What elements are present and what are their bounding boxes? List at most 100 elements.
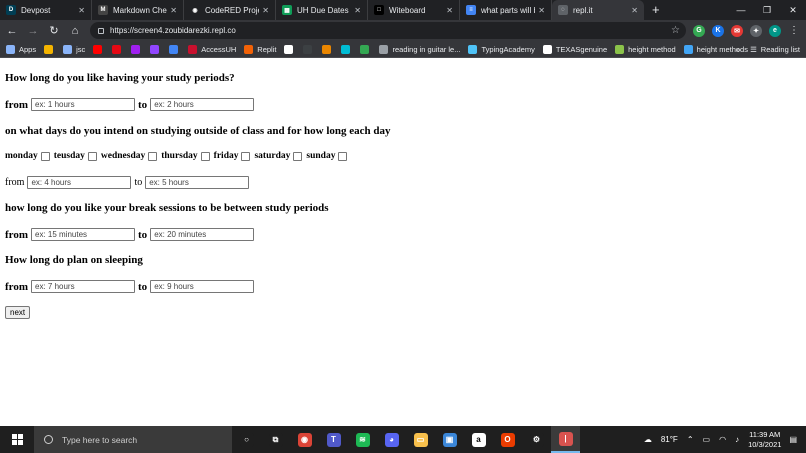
extensions-puzzle-icon[interactable]: ✦ (750, 24, 762, 37)
bookmark-item[interactable] (360, 44, 373, 54)
battery-icon[interactable]: ▭ (703, 435, 711, 444)
taskbar-app[interactable]: T (319, 426, 348, 453)
day-checkbox[interactable] (241, 151, 251, 161)
day-option[interactable]: monday (5, 151, 50, 161)
profile-avatar-icon[interactable]: e (769, 24, 781, 37)
bookmark-item[interactable]: Apps (6, 44, 36, 54)
bookmark-item[interactable]: jsc (63, 44, 85, 54)
notifications-icon[interactable]: ▤ (789, 435, 797, 444)
bookmarks-overflow-icon[interactable]: » (736, 45, 740, 54)
taskbar-app[interactable]: ▭ (406, 426, 435, 453)
day-option[interactable]: saturday (254, 151, 303, 161)
bookmark-item[interactable] (93, 44, 106, 54)
bookmark-item[interactable] (150, 44, 163, 54)
red-extension-icon[interactable]: ✉ (731, 24, 743, 37)
study-days-to-input[interactable] (145, 176, 250, 189)
browser-tab[interactable]: M Markdown Cheat✕ (92, 0, 184, 20)
weather-temp[interactable]: 81°F (661, 435, 678, 444)
taskbar-search-box[interactable]: Type here to search (34, 426, 232, 453)
bookmark-item[interactable] (112, 44, 125, 54)
close-tab-icon[interactable]: ✕ (262, 6, 269, 15)
bookmark-item[interactable]: TEXASgenuine (542, 44, 607, 54)
chrome-menu-icon[interactable]: ⋮ (789, 25, 799, 36)
reading-list-label[interactable]: Reading list (761, 45, 800, 54)
sleep-to-input[interactable] (150, 280, 255, 293)
bookmark-item[interactable]: TypingAcademy (468, 44, 535, 54)
day-checkbox[interactable] (200, 151, 210, 161)
day-option[interactable]: teusday (54, 151, 97, 161)
wifi-icon[interactable]: ◠ (719, 435, 726, 444)
bookmark-item[interactable] (44, 44, 57, 54)
taskbar-app[interactable]: ◕ (377, 426, 406, 453)
forward-arrow-icon[interactable]: → (24, 22, 42, 40)
taskbar-app[interactable]: ⧉ (261, 426, 290, 453)
bookmark-star-icon[interactable]: ☆ (671, 25, 680, 36)
question-study-days: on what days do you intend on studying o… (5, 125, 391, 137)
bookmark-item[interactable]: AccessUH (188, 44, 236, 54)
bookmark-item[interactable]: Replit (244, 44, 276, 54)
close-tab-icon[interactable]: ✕ (631, 6, 638, 15)
browser-tab[interactable]: □ Witeboard ✕ (368, 0, 460, 20)
day-checkbox[interactable] (40, 151, 50, 161)
clock[interactable]: 11:39 AM 10/3/2021 (748, 430, 781, 450)
day-checkbox[interactable] (338, 151, 348, 161)
bookmark-item[interactable]: height method (615, 44, 676, 54)
browser-tab[interactable]: ◉ CodeRED Project✕ (184, 0, 276, 20)
bookmark-item[interactable]: reading in guitar le... (379, 44, 460, 54)
chrome-icon: ◉ (297, 432, 312, 447)
day-option[interactable]: thursday (161, 151, 210, 161)
browser-tab[interactable]: ≡ what parts will be✕ (460, 0, 552, 20)
address-url[interactable]: https://screen4.zoubidarezki.repl.co (110, 26, 671, 35)
close-tab-icon[interactable]: ✕ (446, 6, 453, 15)
back-arrow-icon[interactable]: ← (3, 22, 21, 40)
break-to-input[interactable] (150, 228, 255, 241)
taskbar-app[interactable]: ○ (232, 426, 261, 453)
start-button[interactable] (0, 426, 34, 453)
taskbar-app[interactable]: ▣ (435, 426, 464, 453)
bookmark-cyan-icon (341, 44, 351, 54)
day-option[interactable]: friday (214, 151, 251, 161)
bookmark-item[interactable] (131, 44, 144, 54)
new-tab-icon[interactable]: + (644, 0, 668, 20)
taskbar-app[interactable]: ◉ (290, 426, 319, 453)
weather-icon[interactable]: ☁ (644, 435, 652, 444)
day-checkbox[interactable] (293, 151, 303, 161)
browser-tab[interactable]: ◌ repl.it ✕ (552, 0, 644, 20)
close-tab-icon[interactable]: ✕ (538, 6, 545, 15)
day-option[interactable]: wednesday (101, 151, 158, 161)
minimize-icon[interactable]: — (728, 5, 754, 15)
close-tab-icon[interactable]: ✕ (354, 6, 361, 15)
day-option[interactable]: sunday (306, 151, 348, 161)
browser-tab[interactable]: D Devpost ✕ (0, 0, 92, 20)
bookmark-item[interactable] (322, 44, 335, 54)
break-from-input[interactable] (31, 228, 136, 241)
taskbar-app[interactable]: O (493, 426, 522, 453)
sleep-from-input[interactable] (31, 280, 136, 293)
bookmark-item[interactable] (284, 44, 297, 54)
close-tab-icon[interactable]: ✕ (170, 6, 177, 15)
study-period-from-input[interactable] (31, 98, 136, 111)
taskbar-app[interactable]: ≋ (348, 426, 377, 453)
address-bar[interactable]: https://screen4.zoubidarezki.repl.co ☆ (90, 22, 686, 39)
bookmark-item[interactable] (341, 44, 354, 54)
next-button[interactable]: next (5, 306, 31, 319)
taskbar-app[interactable]: | (551, 426, 580, 453)
bookmark-item[interactable] (169, 44, 182, 54)
close-window-icon[interactable]: ✕ (780, 5, 806, 16)
volume-icon[interactable]: ♪ (735, 435, 739, 444)
bookmark-item[interactable] (303, 44, 316, 54)
grammarly-extension-icon[interactable]: G (693, 24, 705, 37)
maximize-icon[interactable]: ❐ (754, 5, 780, 16)
close-tab-icon[interactable]: ✕ (78, 6, 85, 15)
study-days-from-input[interactable] (27, 176, 132, 189)
study-period-to-input[interactable] (150, 98, 255, 111)
k-extension-icon[interactable]: K (712, 24, 724, 37)
taskbar-app[interactable]: a (464, 426, 493, 453)
taskbar-app[interactable]: ⚙ (522, 426, 551, 453)
tray-chevron-icon[interactable]: ⌃ (687, 435, 694, 444)
browser-tab[interactable]: ▦ UH Due Dates - G✕ (276, 0, 368, 20)
home-icon[interactable]: ⌂ (66, 22, 84, 40)
reload-icon[interactable]: ↻ (45, 22, 63, 40)
day-checkbox[interactable] (87, 151, 97, 161)
day-checkbox[interactable] (148, 151, 158, 161)
